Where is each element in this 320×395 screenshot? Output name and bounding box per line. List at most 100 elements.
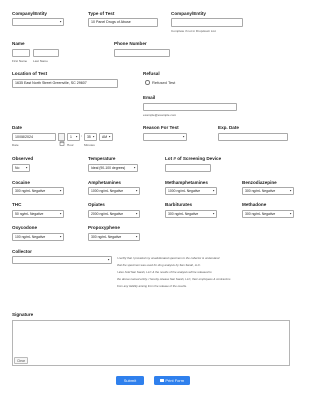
- email-input[interactable]: [143, 103, 237, 111]
- methadone-label: Methadone: [242, 202, 267, 207]
- chevron-down-icon: ▾: [289, 188, 292, 193]
- chevron-down-icon: ▾: [289, 211, 292, 216]
- opiates-label: Opiates: [88, 202, 105, 207]
- type-of-test-label: Type of Test: [88, 11, 115, 16]
- company-entity-select[interactable]: ▾: [12, 18, 64, 26]
- chevron-down-icon: ▾: [108, 134, 111, 139]
- chevron-down-icon: ▾: [182, 134, 185, 139]
- phone-input[interactable]: [114, 49, 170, 57]
- minute-value: 35: [87, 134, 91, 139]
- chevron-down-icon: ▾: [107, 257, 110, 262]
- chevron-down-icon: ▾: [75, 134, 78, 139]
- calendar-icon[interactable]: [58, 133, 65, 146]
- time-colon: :: [81, 133, 83, 138]
- chevron-down-icon: ▾: [25, 165, 28, 170]
- chevron-down-icon: ▾: [92, 134, 95, 139]
- company-entity-2-hint: Complete if not in Dropdown List: [171, 29, 216, 33]
- collector-select[interactable]: ▾: [12, 256, 112, 264]
- location-input[interactable]: 1635 East North Street Greenville, SC 29…: [12, 79, 118, 88]
- printer-icon: [159, 378, 164, 383]
- reason-label: Reason For Test: [143, 125, 179, 130]
- certification-line-2: that the specimen was used for drug anal…: [117, 263, 201, 267]
- signature-pad[interactable]: [12, 320, 290, 366]
- chevron-down-icon: ▾: [212, 188, 215, 193]
- exp-date-input[interactable]: [218, 133, 288, 141]
- propoxyphene-label: Propoxyphene: [88, 225, 120, 230]
- print-form-button[interactable]: Print Form: [154, 376, 190, 385]
- first-name-sublabel: First Name: [12, 59, 28, 63]
- ampm-select[interactable]: AM ▾: [99, 133, 113, 141]
- lot-label: Lot # of Screening Device: [165, 156, 222, 161]
- lot-input[interactable]: [165, 164, 211, 172]
- chevron-down-icon: ▾: [59, 211, 62, 216]
- refusal-label: Refusal: [143, 71, 160, 76]
- benzodiazepine-label: Benzodiazepine: [242, 180, 277, 185]
- hour-value: 1: [70, 134, 72, 139]
- propoxyphene-select[interactable]: 300 ng/mL Negative ▾: [88, 233, 140, 241]
- email-hint: example@example.com: [143, 113, 177, 117]
- oxycodone-label: Oxycodone: [12, 225, 38, 230]
- barbiturates-select[interactable]: 300 ng/mL Negative ▾: [165, 210, 217, 218]
- submit-button[interactable]: Submit: [116, 376, 144, 385]
- observed-label: Observed: [12, 156, 34, 161]
- propoxyphene-value: 300 ng/mL Negative: [91, 234, 122, 239]
- methadone-value: 300 ng/mL Negative: [245, 211, 276, 216]
- minute-select[interactable]: 35 ▾: [84, 133, 97, 141]
- type-of-test-input[interactable]: 10 Panel Drugs of Abuse: [88, 18, 158, 27]
- cocaine-select[interactable]: 300 ng/mL Negative ▾: [12, 187, 64, 195]
- certification-line-4: the above named entity. I hereby release…: [117, 277, 231, 281]
- thc-select[interactable]: 50 ng/mL Negative ▾: [12, 210, 64, 218]
- phone-label: Phone Number: [114, 41, 147, 46]
- date-label: Date: [12, 125, 22, 130]
- temperature-value: Ideal (90-100 degrees): [91, 165, 126, 170]
- print-form-label: Print Form: [165, 378, 185, 383]
- email-label: Email: [143, 95, 156, 100]
- cocaine-value: 300 ng/mL Negative: [15, 188, 46, 193]
- opiates-value: 2000 ng/mL Negative: [91, 211, 124, 216]
- collector-label: Collector: [12, 249, 32, 254]
- methamphetamines-select[interactable]: 1000 ng/mL Negative ▾: [165, 187, 217, 195]
- date-input[interactable]: 10/08/2024: [12, 133, 56, 141]
- certification-line-3: I also hold San Sarah, LLC & the results…: [117, 270, 212, 274]
- methadone-select[interactable]: 300 ng/mL Negative ▾: [242, 210, 294, 218]
- last-name-sublabel: Last Name: [33, 59, 48, 63]
- chevron-down-icon: ▾: [135, 188, 138, 193]
- signature-label: Signature: [12, 312, 34, 317]
- reason-select[interactable]: ▾: [143, 133, 187, 141]
- company-entity-2-input[interactable]: [171, 18, 243, 27]
- temperature-label: Temperature: [88, 156, 116, 161]
- amphetamines-label: Amphetamines: [88, 180, 121, 185]
- oxycodone-value: 100 ng/mL Negative: [15, 234, 46, 239]
- first-name-input[interactable]: [12, 49, 30, 57]
- chevron-down-icon: ▾: [59, 234, 62, 239]
- last-name-input[interactable]: [33, 49, 59, 57]
- company-entity-label: Company/Entity: [12, 11, 47, 16]
- temperature-select[interactable]: Ideal (90-100 degrees) ▾: [88, 164, 138, 172]
- company-entity-2-label: Company/Entity: [171, 11, 206, 16]
- chevron-down-icon: ▾: [212, 211, 215, 216]
- chevron-down-icon: ▾: [135, 211, 138, 216]
- clear-signature-button[interactable]: Clear: [14, 357, 28, 364]
- methamphetamines-value: 1000 ng/mL Negative: [168, 188, 201, 193]
- chevron-down-icon: ▾: [59, 19, 62, 24]
- barbiturates-value: 300 ng/mL Negative: [168, 211, 199, 216]
- thc-label: THC: [12, 202, 22, 207]
- oxycodone-select[interactable]: 100 ng/mL Negative ▾: [12, 233, 64, 241]
- observed-select[interactable]: No ▾: [12, 164, 30, 172]
- refused-test-radio[interactable]: [145, 80, 150, 85]
- ampm-value: AM: [102, 134, 108, 139]
- barbiturates-label: Barbiturates: [165, 202, 193, 207]
- date-sublabel: Date: [12, 143, 19, 147]
- thc-value: 50 ng/mL Negative: [15, 211, 44, 216]
- chevron-down-icon: ▾: [135, 234, 138, 239]
- benzodiazepine-value: 300 ng/mL Negative: [245, 188, 276, 193]
- hour-sublabel: Hour: [67, 143, 74, 147]
- opiates-select[interactable]: 2000 ng/mL Negative ▾: [88, 210, 140, 218]
- methamphetamines-label: Methamphetamines: [165, 180, 208, 185]
- hour-select[interactable]: 1 ▾: [67, 133, 80, 141]
- observed-value: No: [15, 165, 20, 170]
- benzodiazepine-select[interactable]: 300 ng/mL Negative ▾: [242, 187, 294, 195]
- amphetamines-select[interactable]: 1000 ng/mL Negative ▾: [88, 187, 140, 195]
- certification-line-5: from any liability arising from the rele…: [117, 284, 187, 288]
- name-label: Name: [12, 41, 25, 46]
